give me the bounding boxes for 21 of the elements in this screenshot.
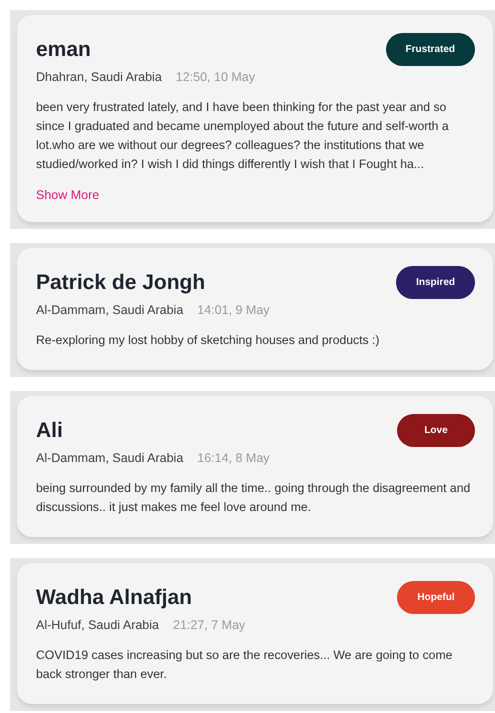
timestamp: 12:50, 10 May — [176, 70, 255, 84]
mood-badge: Hopeful — [397, 581, 475, 614]
location-text: Al-Hufuf, Saudi Arabia — [36, 618, 159, 632]
show-more-link[interactable]: Show More — [36, 188, 100, 202]
timestamp: 16:14, 8 May — [197, 451, 270, 465]
mood-badge: Inspired — [396, 266, 475, 299]
location-text: Dhahran, Saudi Arabia — [36, 70, 162, 84]
author-name: Patrick de Jongh — [36, 270, 206, 294]
post-text: being surrounded by my family all the time.. going through the disagreement and discussions.. it just makes me feel love around me. — [36, 480, 472, 516]
author-name: Ali — [36, 418, 63, 442]
author-name: Wadha Alnafjan — [36, 586, 192, 610]
mood-badge: Frustrated — [386, 33, 475, 66]
location-text: Al-Dammam, Saudi Arabia — [36, 451, 184, 465]
timestamp: 14:01, 9 May — [197, 303, 270, 317]
post-text: COVID19 cases increasing but so are the recoveries... We are going to come back stronger than ever. — [36, 647, 454, 683]
location-text: Al-Dammam, Saudi Arabia — [36, 303, 184, 317]
timestamp: 21:27, 7 May — [173, 618, 246, 632]
post-text: been very frustrated lately, and I have been thinking for the past year and so since I graduated and became unemployed about the future and self-worth a lot.who are we without our degrees? colleagues? the institutions that we studied/worked in? I wish I did things differently I wish that I Fought ha... — [36, 99, 450, 173]
author-name: eman — [36, 38, 91, 62]
post-text: Re-exploring my lost hobby of sketching houses and products :) — [36, 332, 380, 349]
mood-badge: Love — [397, 414, 475, 447]
